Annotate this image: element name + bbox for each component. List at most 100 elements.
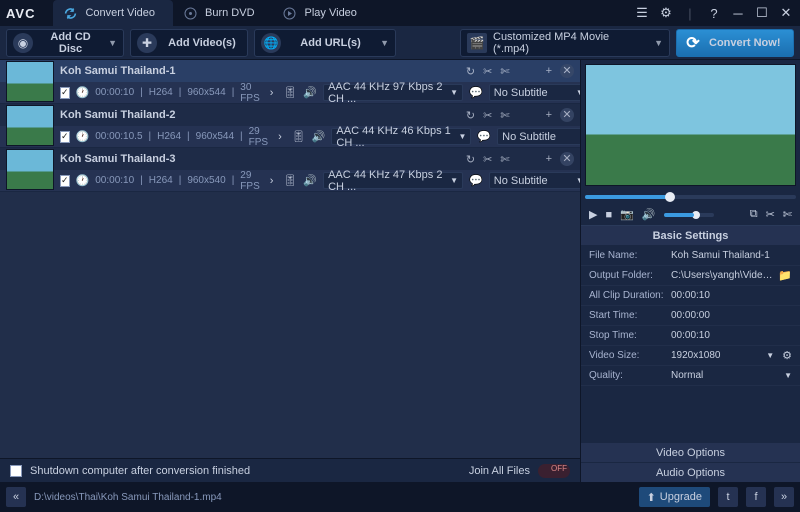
speaker-icon: 🔊: [303, 174, 317, 187]
play-icon[interactable]: ▶: [589, 208, 597, 221]
upgrade-button[interactable]: ⬆Upgrade: [639, 487, 710, 507]
item-title: Koh Samui Thailand-2: [60, 109, 458, 121]
audio-track-select[interactable]: AAC 44 KHz 46 Kbps 1 CH ...▼: [331, 128, 471, 145]
next-button[interactable]: »: [774, 487, 794, 507]
join-files-label: Join All Files: [469, 465, 530, 477]
volume-slider[interactable]: [664, 213, 714, 217]
play-icon: [283, 6, 297, 20]
stop-time-value[interactable]: 00:00:10: [671, 330, 792, 341]
expand-icon[interactable]: ›: [278, 131, 282, 143]
quality-select[interactable]: Normal: [671, 370, 780, 381]
audio-track-select[interactable]: AAC 44 KHz 47 Kbps 2 CH ...▼: [323, 172, 463, 189]
video-options-button[interactable]: Video Options: [581, 442, 800, 462]
crop-icon[interactable]: ✄: [500, 65, 509, 78]
help-icon[interactable]: ?: [706, 5, 722, 21]
shutdown-checkbox[interactable]: [10, 465, 22, 477]
add-videos-button[interactable]: ✚ Add Video(s): [130, 29, 248, 57]
refresh-icon[interactable]: ↻: [466, 109, 475, 122]
minimize-icon[interactable]: ─: [730, 5, 746, 21]
copy-icon[interactable]: ⧉: [750, 208, 758, 221]
disc-icon: [183, 6, 197, 20]
seek-bar[interactable]: [585, 190, 796, 204]
add-icon[interactable]: +: [546, 153, 552, 165]
duration: 00:00:10.5: [95, 131, 142, 142]
speaker-icon: 🔊: [303, 86, 317, 99]
facebook-icon[interactable]: f: [746, 487, 766, 507]
chevron-down-icon: ▼: [108, 38, 117, 48]
maximize-icon[interactable]: ☐: [754, 5, 770, 21]
stop-icon[interactable]: ■: [605, 209, 612, 221]
item-checkbox[interactable]: ✓: [60, 87, 70, 99]
settings-panel: File Name:Koh Samui Thailand-1 Output Fo…: [581, 246, 800, 442]
filename-value[interactable]: Koh Samui Thailand-1: [671, 250, 792, 261]
item-title: Koh Samui Thailand-3: [60, 153, 458, 165]
close-icon[interactable]: ✕: [778, 5, 794, 21]
scissors-icon[interactable]: ✂: [483, 153, 492, 166]
shutdown-label: Shutdown computer after conversion finis…: [30, 465, 250, 477]
list-footer: Shutdown computer after conversion finis…: [0, 458, 580, 482]
item-checkbox[interactable]: ✓: [60, 131, 70, 143]
tab-play-video[interactable]: Play Video: [273, 0, 375, 26]
twitter-icon[interactable]: t: [718, 487, 738, 507]
tab-label: Play Video: [305, 7, 357, 19]
gear-icon[interactable]: ⚙: [782, 349, 792, 362]
menu-icon[interactable]: ☰: [634, 5, 650, 21]
start-time-value[interactable]: 00:00:00: [671, 310, 792, 321]
divider: |: [682, 5, 698, 21]
expand-icon[interactable]: ›: [270, 87, 274, 99]
chevron-down-icon[interactable]: ▼: [766, 351, 774, 360]
scissors-icon[interactable]: ✂: [483, 65, 492, 78]
audio-options-button[interactable]: Audio Options: [581, 462, 800, 482]
subtitle-select[interactable]: No Subtitle▼: [489, 84, 580, 101]
item-checkbox[interactable]: ✓: [60, 175, 70, 187]
audio-icon: 🎚: [283, 86, 297, 99]
add-urls-button[interactable]: 🌐 Add URL(s) ▼: [254, 29, 396, 57]
remove-icon[interactable]: ✕: [560, 108, 574, 122]
output-profile-select[interactable]: 🎬 Customized MP4 Movie (*.mp4) ▼: [460, 29, 670, 57]
add-icon[interactable]: +: [546, 65, 552, 77]
vcodec: H264: [157, 131, 181, 142]
list-item[interactable]: Koh Samui Thailand-2↻✂✄+✕✓🕐00:00:10.5|H2…: [0, 104, 580, 148]
video-size-select[interactable]: 1920x1080: [671, 350, 762, 361]
refresh-icon[interactable]: ↻: [466, 65, 475, 78]
convert-now-button[interactable]: ⟳ Convert Now!: [676, 29, 794, 57]
remove-icon[interactable]: ✕: [560, 64, 574, 78]
scissors-icon[interactable]: ✂: [483, 109, 492, 122]
gear-icon[interactable]: ⚙: [658, 5, 674, 21]
thumbnail: [6, 149, 54, 190]
refresh-icon: ⟳: [683, 33, 703, 53]
join-files-toggle[interactable]: [538, 464, 570, 478]
resolution: 960x544: [196, 131, 234, 142]
scissors-icon[interactable]: ✂: [766, 208, 775, 221]
chevron-down-icon[interactable]: ▼: [784, 371, 792, 380]
thumbnail: [6, 61, 54, 102]
vcodec: H264: [149, 175, 173, 186]
audio-track-select[interactable]: AAC 44 KHz 97 Kbps 2 CH ...▼: [323, 84, 463, 101]
add-icon[interactable]: +: [546, 109, 552, 121]
subtitle-select[interactable]: No Subtitle▼: [489, 172, 580, 189]
camera-icon[interactable]: 📷: [620, 208, 634, 221]
crop-icon[interactable]: ✄: [783, 208, 792, 221]
subtitle-select[interactable]: No Subtitle▼: [497, 128, 580, 145]
expand-icon[interactable]: ›: [270, 175, 274, 187]
tab-convert-video[interactable]: Convert Video: [53, 0, 173, 26]
file-list: Koh Samui Thailand-1↻✂✄+✕✓🕐00:00:10|H264…: [0, 60, 580, 458]
video-preview: [585, 64, 796, 186]
player-controls: ▶ ■ 📷 🔊 ⧉ ✂ ✄: [581, 204, 800, 226]
clock-icon: 🕐: [76, 86, 90, 99]
remove-icon[interactable]: ✕: [560, 152, 574, 166]
folder-icon[interactable]: 📁: [778, 269, 792, 282]
volume-icon[interactable]: 🔊: [642, 208, 656, 221]
crop-icon[interactable]: ✄: [500, 153, 509, 166]
output-folder-value[interactable]: C:\Users\yangh\Videos...: [671, 270, 774, 281]
list-item[interactable]: Koh Samui Thailand-1↻✂✄+✕✓🕐00:00:10|H264…: [0, 60, 580, 104]
tab-burn-dvd[interactable]: Burn DVD: [173, 0, 273, 26]
list-item[interactable]: Koh Samui Thailand-3↻✂✄+✕✓🕐00:00:10|H264…: [0, 148, 580, 192]
audio-icon: 🎚: [292, 130, 306, 143]
crop-icon[interactable]: ✄: [500, 109, 509, 122]
prev-button[interactable]: «: [6, 487, 26, 507]
resolution: 960x540: [187, 175, 225, 186]
add-cd-disc-button[interactable]: ◉ Add CD Disc ▼: [6, 29, 124, 57]
subtitle-icon: 💬: [469, 174, 483, 187]
refresh-icon[interactable]: ↻: [466, 153, 475, 166]
